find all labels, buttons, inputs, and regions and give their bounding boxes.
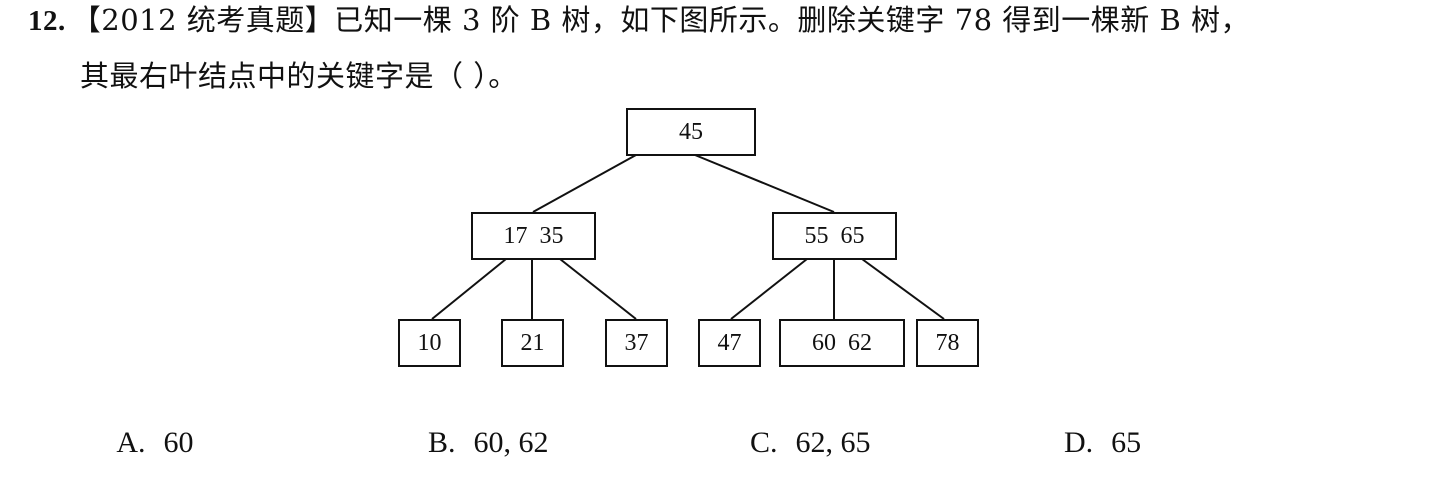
- tree-leaf-3: 37: [605, 319, 668, 367]
- option-b-letter: B.: [428, 426, 456, 459]
- edge-left-leaf3: [559, 258, 637, 320]
- option-a[interactable]: A. 60: [88, 392, 194, 494]
- option-c-letter: C.: [750, 426, 778, 459]
- tree-leaf-5: 60 62: [779, 319, 905, 367]
- tree-leaf-4: 47: [698, 319, 761, 367]
- option-b[interactable]: B. 60, 62: [398, 392, 549, 494]
- option-c-text: 62, 65: [795, 426, 871, 459]
- tree-node-root: 45: [626, 108, 756, 156]
- edge-right-leaf4: [730, 258, 808, 320]
- option-b-text: 60, 62: [473, 426, 549, 459]
- answer-options: A. 60 B. 60, 62 C. 62, 65 D. 65: [0, 392, 1434, 459]
- option-a-text: 60: [163, 426, 194, 459]
- option-c[interactable]: C. 62, 65: [720, 392, 871, 494]
- option-d-text: 65: [1111, 426, 1142, 459]
- tree-node-internal-left: 17 35: [471, 212, 596, 260]
- option-a-letter: A.: [116, 426, 146, 459]
- edge-left-leaf1: [431, 258, 507, 320]
- b-tree-diagram: [431, 154, 945, 320]
- option-d[interactable]: D. 65: [1034, 392, 1141, 494]
- option-d-letter: D.: [1064, 426, 1094, 459]
- edge-right-leaf6: [861, 258, 945, 320]
- tree-leaf-2: 21: [501, 319, 564, 367]
- tree-node-internal-right: 55 65: [772, 212, 897, 260]
- edge-root-right: [694, 154, 835, 213]
- tree-leaf-1: 10: [398, 319, 461, 367]
- tree-leaf-6: 78: [916, 319, 979, 367]
- edge-root-left: [532, 154, 637, 213]
